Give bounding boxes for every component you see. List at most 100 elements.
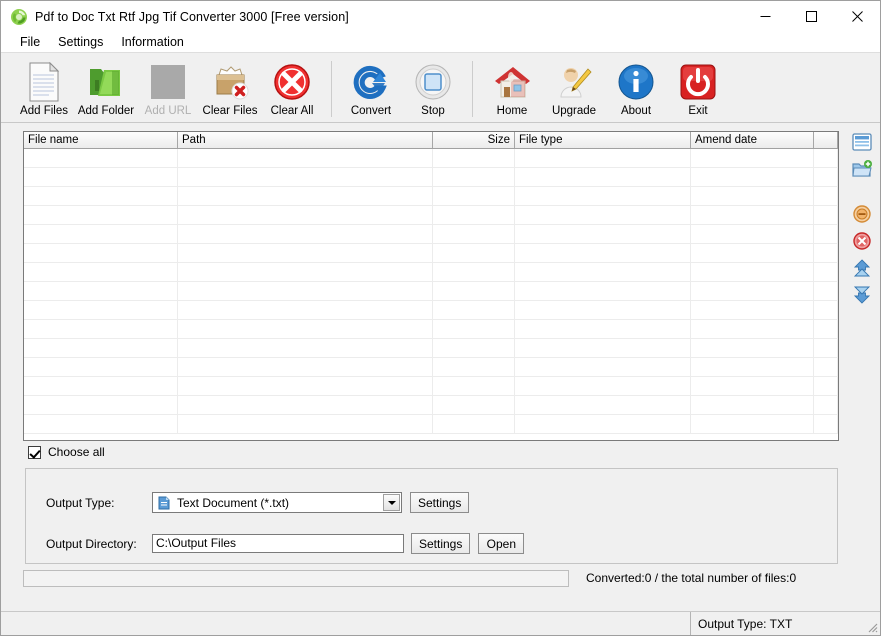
- menu-item-file[interactable]: File: [11, 33, 49, 51]
- table-cell: [433, 187, 515, 205]
- choose-all-checkbox[interactable]: Choose all: [28, 445, 105, 459]
- column-header-amend-date[interactable]: Amend date: [691, 132, 814, 148]
- column-header-path[interactable]: Path: [178, 132, 433, 148]
- table-cell: [24, 225, 178, 243]
- output-directory-settings-button[interactable]: Settings: [411, 533, 471, 554]
- toolbar-label: Convert: [350, 105, 392, 117]
- table-row[interactable]: [24, 263, 838, 282]
- table-row[interactable]: [24, 396, 838, 415]
- table-cell: [515, 244, 691, 262]
- checkbox-indicator[interactable]: [28, 445, 41, 459]
- table-row[interactable]: [24, 282, 838, 301]
- output-directory-open-button[interactable]: Open: [478, 533, 525, 554]
- delete-all-icon[interactable]: [851, 230, 873, 252]
- table-cell: [178, 415, 433, 433]
- output-directory-input[interactable]: C:\Output Files: [152, 534, 404, 553]
- table-row[interactable]: [24, 339, 838, 358]
- resize-grip-icon[interactable]: [866, 621, 878, 633]
- toolbar-convert-button[interactable]: Convert: [340, 59, 402, 122]
- table-row[interactable]: [24, 415, 838, 434]
- table-cell: [814, 301, 838, 319]
- table-row[interactable]: [24, 206, 838, 225]
- table-cell: [178, 282, 433, 300]
- table-row[interactable]: [24, 320, 838, 339]
- output-type-settings-button[interactable]: Settings: [410, 492, 470, 513]
- move-up-icon[interactable]: [851, 257, 873, 279]
- toolbar-label: Add Folder: [77, 105, 135, 117]
- table-cell: [814, 206, 838, 224]
- side-tool-strip: [846, 131, 878, 331]
- file-list[interactable]: File name Path Size File type Amend date: [23, 131, 839, 441]
- status-bar: Output Type: TXT: [1, 611, 880, 635]
- file-list-header: File name Path Size File type Amend date: [24, 132, 838, 149]
- table-cell: [814, 320, 838, 338]
- column-header-file-name[interactable]: File name: [24, 132, 178, 148]
- table-cell: [178, 206, 433, 224]
- table-cell: [24, 244, 178, 262]
- column-header-file-type[interactable]: File type: [515, 132, 691, 148]
- toolbar-add-url-button[interactable]: Add URL: [137, 59, 199, 122]
- table-row[interactable]: [24, 187, 838, 206]
- output-type-label: Output Type:: [46, 495, 115, 510]
- table-cell: [24, 301, 178, 319]
- output-directory-row: Output Directory: C:\Output Files Settin…: [46, 533, 525, 554]
- add-folder-icon[interactable]: [851, 158, 873, 180]
- menu-item-information[interactable]: Information: [112, 33, 193, 51]
- toolbar-add-folder-button[interactable]: Add Folder: [75, 59, 137, 122]
- table-cell: [515, 301, 691, 319]
- close-button[interactable]: [834, 1, 880, 32]
- toolbar-about-button[interactable]: About: [605, 59, 667, 122]
- column-header-size[interactable]: Size: [433, 132, 515, 148]
- table-cell: [691, 149, 814, 167]
- toolbar-label: Add Files: [20, 105, 68, 117]
- table-cell: [178, 358, 433, 376]
- blue-info-icon: [615, 62, 657, 102]
- remove-item-icon[interactable]: [851, 203, 873, 225]
- table-row[interactable]: [24, 225, 838, 244]
- table-cell: [814, 149, 838, 167]
- toolbar-label: Add URL: [144, 105, 192, 117]
- menu-item-settings[interactable]: Settings: [49, 33, 112, 51]
- toolbar-clear-all-button[interactable]: Clear All: [261, 59, 323, 122]
- file-list-icon[interactable]: [851, 131, 873, 153]
- toolbar-separator: [472, 61, 473, 117]
- table-cell: [814, 168, 838, 186]
- toolbar-stop-button[interactable]: Stop: [402, 59, 464, 122]
- column-header-extra[interactable]: [814, 132, 838, 148]
- table-cell: [433, 206, 515, 224]
- table-cell: [24, 263, 178, 281]
- maximize-button[interactable]: [788, 1, 834, 32]
- menu-bar: File Settings Information: [1, 32, 880, 53]
- table-row[interactable]: [24, 168, 838, 187]
- toolbar-upgrade-button[interactable]: Upgrade: [543, 59, 605, 122]
- box-with-red-x-icon: [209, 62, 251, 102]
- table-cell: [24, 149, 178, 167]
- toolbar-label: Clear Files: [202, 105, 258, 117]
- table-cell: [515, 149, 691, 167]
- title-bar: Pdf to Doc Txt Rtf Jpg Tif Converter 300…: [1, 1, 880, 32]
- toolbar-exit-button[interactable]: Exit: [667, 59, 729, 122]
- table-cell: [433, 225, 515, 243]
- red-roof-house-icon: [491, 62, 533, 102]
- toolbar-separator: [331, 61, 332, 117]
- toolbar-clear-files-button[interactable]: Clear Files: [199, 59, 261, 122]
- table-cell: [178, 301, 433, 319]
- table-row[interactable]: [24, 149, 838, 168]
- output-type-select[interactable]: Text Document (*.txt): [152, 492, 402, 513]
- table-row[interactable]: [24, 301, 838, 320]
- table-row[interactable]: [24, 358, 838, 377]
- toolbar-home-button[interactable]: Home: [481, 59, 543, 122]
- toolbar-add-files-button[interactable]: Add Files: [13, 59, 75, 122]
- window-title: Pdf to Doc Txt Rtf Jpg Tif Converter 300…: [35, 9, 349, 24]
- move-down-icon[interactable]: [851, 284, 873, 306]
- table-row[interactable]: [24, 377, 838, 396]
- minimize-button[interactable]: [742, 1, 788, 32]
- chevron-down-icon[interactable]: [383, 494, 400, 511]
- table-cell: [691, 396, 814, 414]
- table-cell: [24, 358, 178, 376]
- table-row[interactable]: [24, 244, 838, 263]
- conversion-status-text: Converted:0 / the total number of files:…: [586, 571, 797, 585]
- application-window: Pdf to Doc Txt Rtf Jpg Tif Converter 300…: [0, 0, 881, 636]
- table-cell: [814, 339, 838, 357]
- table-cell: [814, 244, 838, 262]
